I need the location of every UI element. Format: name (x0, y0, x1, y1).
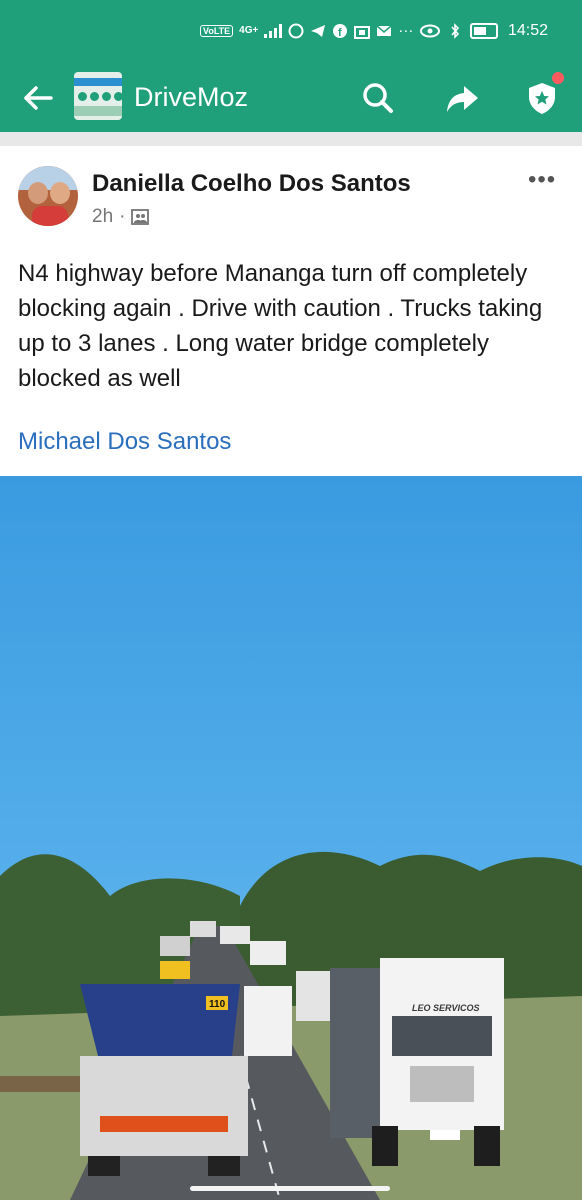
battery-icon (469, 23, 498, 39)
truck-signage: LEO SERVICOS (412, 1003, 480, 1013)
whatsapp-icon (288, 23, 304, 38)
share-icon[interactable] (444, 80, 480, 116)
truck-number: 110 (209, 999, 226, 1010)
logo-banner (74, 78, 122, 86)
network-type: 4G+ (239, 25, 259, 36)
meta-separator: · (119, 206, 126, 227)
blue-tipper-truck (80, 984, 248, 1176)
post-meta: 2h · (92, 206, 150, 228)
volte-badge: VoLTE (200, 24, 234, 37)
group-icon (131, 209, 150, 225)
post-time[interactable]: 2h (92, 206, 113, 228)
home-indicator[interactable] (190, 1186, 390, 1191)
bluetooth-icon (451, 23, 460, 39)
more-options-button[interactable]: ••• (528, 166, 556, 194)
status-bar: VoLTE 4G+ f ··· 14:52 (0, 0, 582, 66)
app-bar: DriveMoz (0, 66, 582, 132)
eye-icon (419, 24, 440, 38)
author-name[interactable]: Daniella Coelho Dos Santos (92, 170, 411, 198)
photo-scene: LEO SERVICOS 110 (0, 851, 582, 1200)
tagged-user-link[interactable]: Michael Dos Santos (18, 428, 231, 456)
overflow-icon: ··· (398, 22, 414, 39)
avatar[interactable] (18, 166, 78, 226)
group-logo[interactable] (74, 72, 122, 120)
telegram-icon (311, 24, 326, 37)
status-icons-left: VoLTE 4G+ f ··· (200, 22, 413, 39)
post-header: Daniella Coelho Dos Santos 2h · ••• N4 h… (0, 146, 582, 476)
mail-icon (376, 24, 392, 36)
notification-dot (552, 72, 564, 84)
logo-graphics (78, 92, 122, 101)
search-icon[interactable] (360, 80, 396, 116)
back-arrow-icon[interactable] (20, 80, 56, 116)
logo-footer (74, 106, 122, 116)
facebook-icon: f (333, 23, 348, 39)
post-photo[interactable]: LEO SERVICOS 110 (0, 476, 582, 1200)
guardrail (0, 1076, 80, 1092)
status-icons-right: 14:52 (419, 22, 548, 40)
app-title[interactable]: DriveMoz (134, 82, 248, 113)
shield-star-icon[interactable] (524, 80, 560, 116)
svg-text:f: f (338, 27, 342, 39)
signal-icon (264, 23, 283, 38)
post-text: N4 highway before Mananga turn off compl… (18, 260, 543, 392)
status-time: 14:52 (507, 22, 548, 39)
bank-icon (354, 25, 371, 39)
feed-divider (0, 132, 582, 146)
